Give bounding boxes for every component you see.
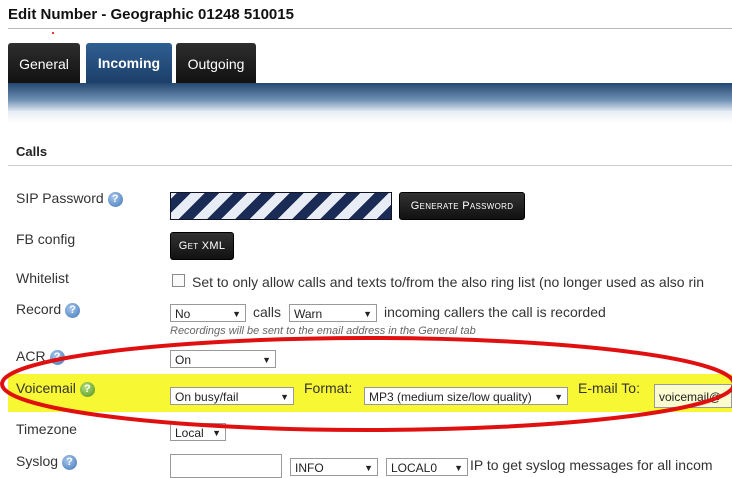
syslog-facility-select[interactable]: LOCAL0 ▼ bbox=[386, 458, 468, 476]
sip-password-field[interactable] bbox=[170, 192, 392, 220]
syslog-label-text: Syslog bbox=[16, 453, 59, 469]
fb-config-label: FB config bbox=[16, 231, 76, 247]
record-warn-select[interactable]: Warn ▼ bbox=[289, 304, 377, 322]
whitelist-checkbox[interactable] bbox=[172, 274, 185, 287]
syslog-label: Syslog? bbox=[16, 453, 78, 470]
syslog-facility-value: LOCAL0 bbox=[391, 461, 438, 475]
section-divider bbox=[8, 165, 732, 166]
annotation-ellipse bbox=[0, 336, 732, 432]
tab-incoming[interactable]: Incoming bbox=[86, 43, 172, 83]
section-title: Calls bbox=[16, 144, 48, 159]
page-title: Edit Number - Geographic 01248 510015 bbox=[8, 6, 294, 23]
dropdown-arrow-icon: ▼ bbox=[363, 309, 372, 319]
record-label-text: Record bbox=[16, 301, 62, 317]
help-icon[interactable]: ? bbox=[107, 191, 123, 207]
help-icon[interactable]: ? bbox=[65, 302, 81, 318]
stray-mark bbox=[52, 32, 54, 34]
tab-panel-header bbox=[8, 83, 732, 111]
record-label: Record? bbox=[16, 301, 81, 318]
whitelist-description: Set to only allow calls and texts to/fro… bbox=[192, 274, 705, 290]
generate-password-button[interactable]: Generate Password bbox=[399, 192, 525, 220]
get-xml-button[interactable]: Get XML bbox=[170, 232, 234, 260]
tab-general[interactable]: General bbox=[8, 43, 80, 83]
help-icon[interactable]: ? bbox=[62, 454, 78, 470]
syslog-level-select[interactable]: INFO ▼ bbox=[290, 458, 378, 476]
tab-panel-fade bbox=[8, 111, 732, 123]
sip-password-label: SIP Password? bbox=[16, 190, 123, 207]
sip-password-label-text: SIP Password bbox=[16, 190, 104, 206]
syslog-description: IP to get syslog messages for all incom bbox=[470, 457, 713, 473]
syslog-level-value: INFO bbox=[295, 461, 324, 475]
whitelist-label: Whitelist bbox=[16, 270, 69, 286]
record-description: incoming callers the call is recorded bbox=[384, 304, 606, 320]
record-warn-value: Warn bbox=[294, 307, 323, 321]
syslog-ip-input[interactable] bbox=[170, 454, 282, 478]
title-divider bbox=[8, 28, 732, 29]
tab-outgoing[interactable]: Outgoing bbox=[176, 43, 256, 83]
dropdown-arrow-icon: ▼ bbox=[454, 463, 463, 473]
record-select[interactable]: No ▼ bbox=[170, 304, 246, 322]
record-calls-text: calls bbox=[253, 304, 282, 320]
dropdown-arrow-icon: ▼ bbox=[364, 463, 373, 473]
dropdown-arrow-icon: ▼ bbox=[232, 309, 241, 319]
record-select-value: No bbox=[175, 307, 191, 321]
